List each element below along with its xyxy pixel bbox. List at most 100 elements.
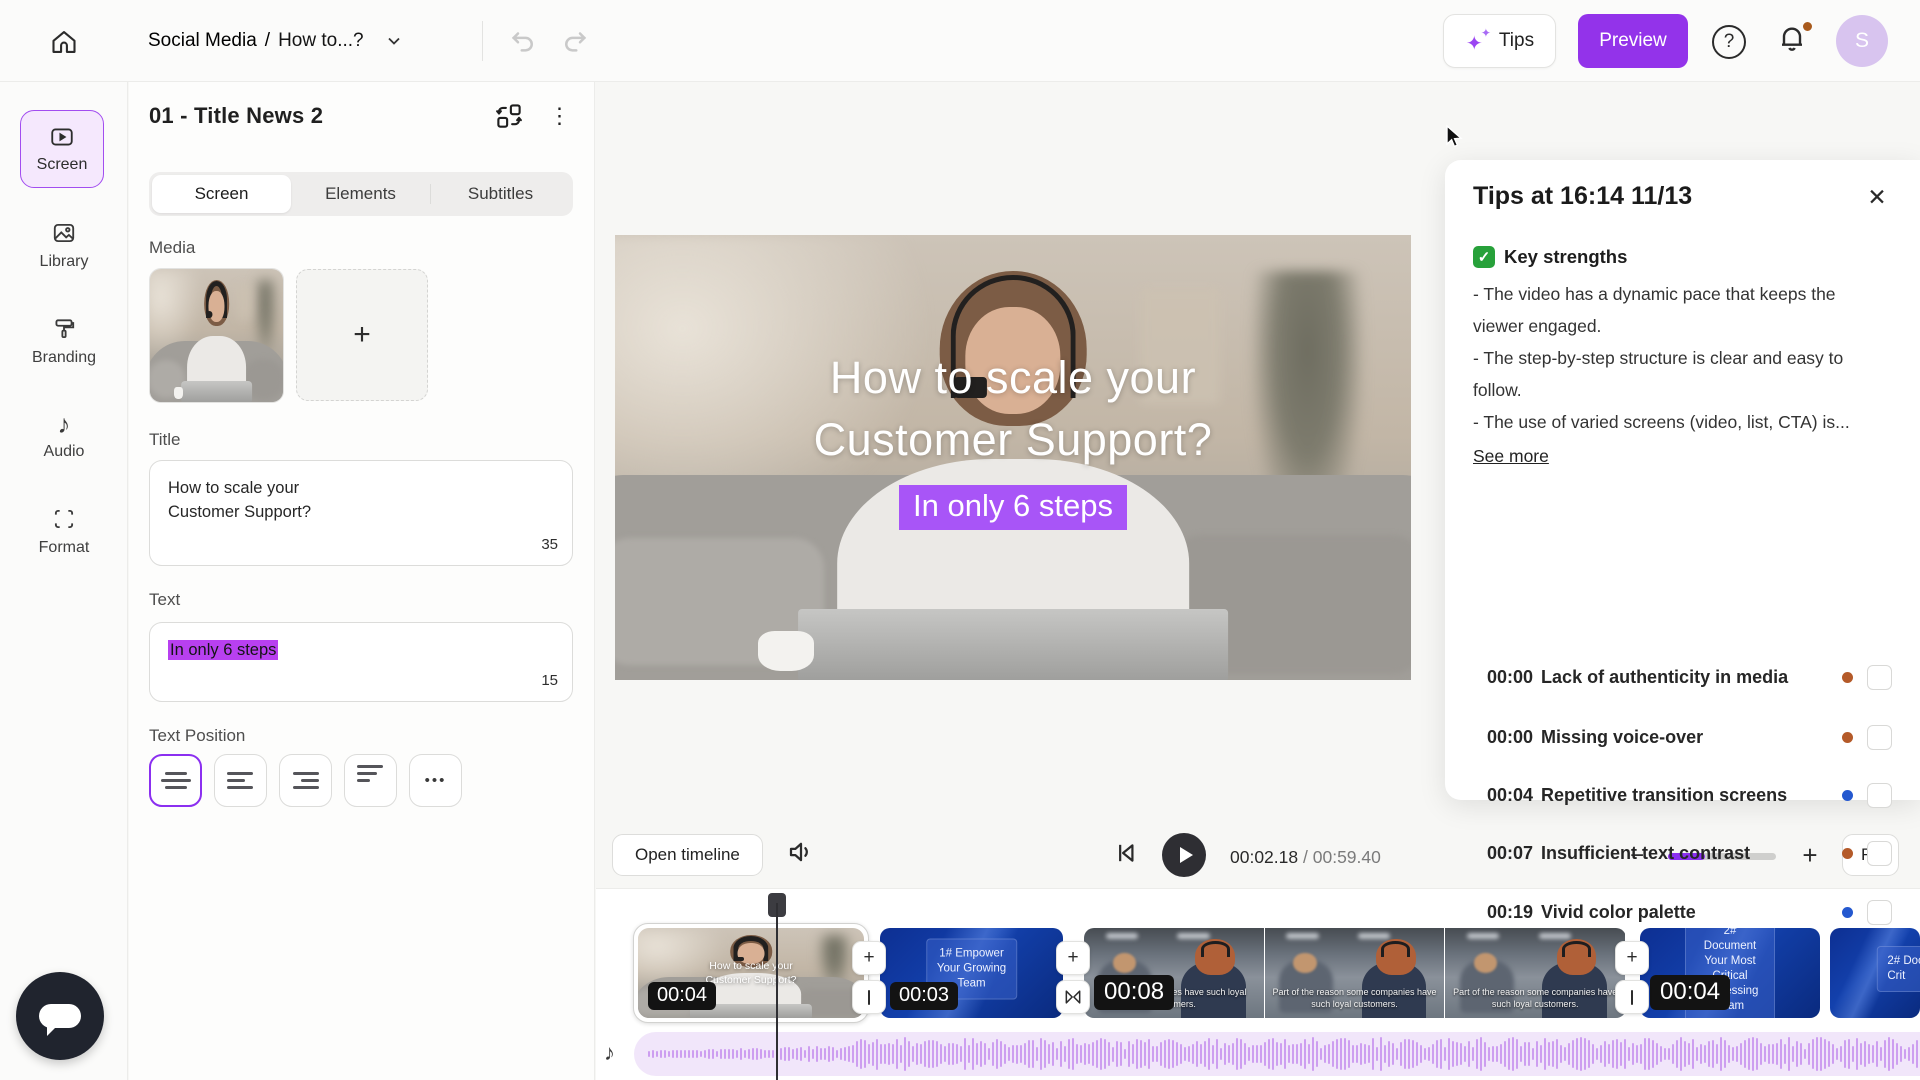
speaker-icon (789, 842, 808, 862)
sidebar-item-label: Branding (31, 349, 97, 366)
sidebar-item-branding[interactable]: Branding (0, 316, 128, 367)
help-icon: ? (1723, 31, 1735, 52)
timeline-clip-2[interactable]: 1# Empower Your Growing Team 00:03 (880, 928, 1063, 1018)
severity-dot (1842, 906, 1853, 918)
tab-elements[interactable]: Elements (291, 175, 430, 213)
tip-label: Repetitive transition screens (1541, 784, 1788, 805)
overlay-title-line1: How to scale your (829, 352, 1197, 403)
tip-time: 00:00 (1487, 666, 1534, 687)
sidebar-item-audio[interactable]: ♪ Audio (0, 411, 128, 461)
severity-dot (1842, 847, 1853, 859)
time-display: 00:02.18 / 00:59.40 (1230, 847, 1381, 867)
sidebar-item-label: Format (38, 539, 90, 556)
split-button[interactable] (852, 980, 886, 1014)
scene-menu-button[interactable]: ⋮ (544, 96, 576, 136)
sidebar-item-screen[interactable]: Screen (20, 110, 104, 188)
tip-item[interactable]: 00:00 Lack of authenticity in media (1445, 648, 1920, 706)
tip-item[interactable]: 00:04 Repetitive transition screens (1445, 766, 1920, 824)
tip-item[interactable]: 00:19 Vivid color palette (1445, 883, 1920, 941)
sidebar-item-library[interactable]: Library (0, 220, 128, 271)
title-field-line1: How to scale your (168, 479, 300, 497)
total-time: 00:59.40 (1312, 847, 1381, 867)
clip-frame: Part of the reason some companies have s… (1445, 928, 1626, 1018)
plus-icon: + (353, 318, 371, 351)
timeline-clip-4[interactable]: 2# Document Your Most Critical Processin… (1640, 928, 1820, 1018)
timeline-clip-5[interactable]: 2# Doc Crit (1830, 928, 1920, 1018)
text-position-top-button[interactable] (344, 754, 397, 807)
support-chat-button[interactable] (16, 972, 104, 1060)
tip-item[interactable]: 00:07 Insufficient text contrast (1445, 824, 1920, 882)
text-position-label: Text Position (149, 726, 246, 745)
swap-layout-button[interactable] (489, 96, 529, 136)
title-field[interactable]: How to scale your Customer Support? 35 (149, 460, 573, 566)
sidebar-item-label: Audio (43, 443, 85, 460)
tip-item[interactable]: 00:00 Missing voice-over (1445, 708, 1920, 766)
scene-panel: 01 - Title News 2 ⋮ Screen Elements Subt… (129, 82, 595, 1080)
redo-button[interactable] (560, 26, 590, 56)
divider-icon (867, 989, 871, 1005)
sidebar-item-format[interactable]: Format (0, 506, 128, 557)
skip-to-start-button[interactable] (1112, 839, 1144, 871)
text-position-left-button[interactable] (214, 754, 267, 807)
overlay-highlight-text[interactable]: In only 6 steps (899, 485, 1127, 530)
add-scene-button[interactable]: + (1615, 941, 1649, 975)
playhead-line (776, 903, 778, 1080)
open-timeline-button[interactable]: Open timeline (612, 834, 763, 876)
tip-label: Vivid color palette (1541, 901, 1696, 922)
transition-button[interactable] (1056, 980, 1090, 1014)
audio-waveform[interactable] (634, 1032, 1920, 1076)
add-media-button[interactable]: + (296, 269, 428, 401)
playhead[interactable] (768, 893, 786, 1080)
help-button[interactable]: ? (1712, 25, 1746, 59)
scene-title: 01 - Title News 2 (149, 103, 324, 128)
open-timeline-label: Open timeline (635, 845, 740, 864)
audio-track: ♪ (596, 1032, 1920, 1078)
notifications-button[interactable] (1776, 20, 1816, 62)
tip-checkbox[interactable] (1867, 899, 1892, 925)
avatar[interactable]: S (1836, 15, 1888, 67)
video-text-overlay[interactable]: How to scale your Customer Support? In o… (615, 235, 1411, 680)
tip-label: Insufficient text contrast (1541, 842, 1751, 863)
breadcrumb[interactable]: Social Media / How to...? (148, 0, 402, 82)
media-thumbnail[interactable] (149, 268, 284, 403)
undo-button[interactable] (508, 26, 538, 56)
strengths-list: - The video has a dynamic pace that keep… (1473, 278, 1885, 472)
check-icon: ✓ (1473, 246, 1495, 268)
tips-button[interactable]: ✦ ✦ Tips (1443, 14, 1556, 68)
text-field[interactable]: In only 6 steps 15 (149, 622, 573, 702)
chevron-down-icon[interactable] (386, 33, 402, 49)
video-preview[interactable]: How to scale your Customer Support? In o… (615, 235, 1411, 680)
clip-title-text: 2# Doc Crit (1876, 946, 1920, 993)
see-more-link[interactable]: See more (1473, 440, 1549, 472)
tip-checkbox[interactable] (1867, 664, 1892, 690)
more-text-positions-button[interactable]: ••• (409, 754, 462, 807)
play-icon (1179, 847, 1193, 863)
text-field-value: In only 6 steps (168, 640, 279, 660)
split-button[interactable] (1615, 980, 1649, 1014)
preview-button[interactable]: Preview (1578, 14, 1688, 68)
tab-subtitles[interactable]: Subtitles (431, 175, 570, 213)
text-position-right-button[interactable] (279, 754, 332, 807)
add-scene-button[interactable]: + (852, 941, 886, 975)
preview-button-label: Preview (1599, 30, 1667, 51)
tip-checkbox[interactable] (1867, 782, 1892, 808)
timeline-clip-3[interactable]: on some companies have such loyal custom… (1084, 928, 1626, 1018)
tab-screen[interactable]: Screen (152, 175, 291, 213)
play-button[interactable] (1162, 833, 1206, 877)
align-center-icon (164, 772, 187, 775)
tip-checkbox[interactable] (1867, 840, 1892, 866)
tips-panel-title: Tips at 16:14 11/13 (1473, 182, 1693, 210)
close-button[interactable]: ✕ (1862, 182, 1892, 212)
add-scene-button[interactable]: + (1056, 941, 1090, 975)
current-time: 00:02.18 (1230, 847, 1299, 867)
tip-label: Lack of authenticity in media (1541, 666, 1789, 687)
home-button[interactable] (46, 24, 82, 60)
tip-checkbox[interactable] (1867, 724, 1892, 750)
volume-button[interactable] (786, 837, 822, 873)
format-icon (54, 509, 74, 529)
text-position-center-button[interactable] (149, 754, 202, 807)
timeline-clip-1[interactable]: How to scale your Customer Support? 00:0… (638, 928, 864, 1018)
left-nav-rail: Screen Library Branding ♪ Audio Format (0, 82, 128, 1080)
tab-label: Elements (325, 184, 396, 203)
title-char-count: 35 (541, 536, 558, 553)
